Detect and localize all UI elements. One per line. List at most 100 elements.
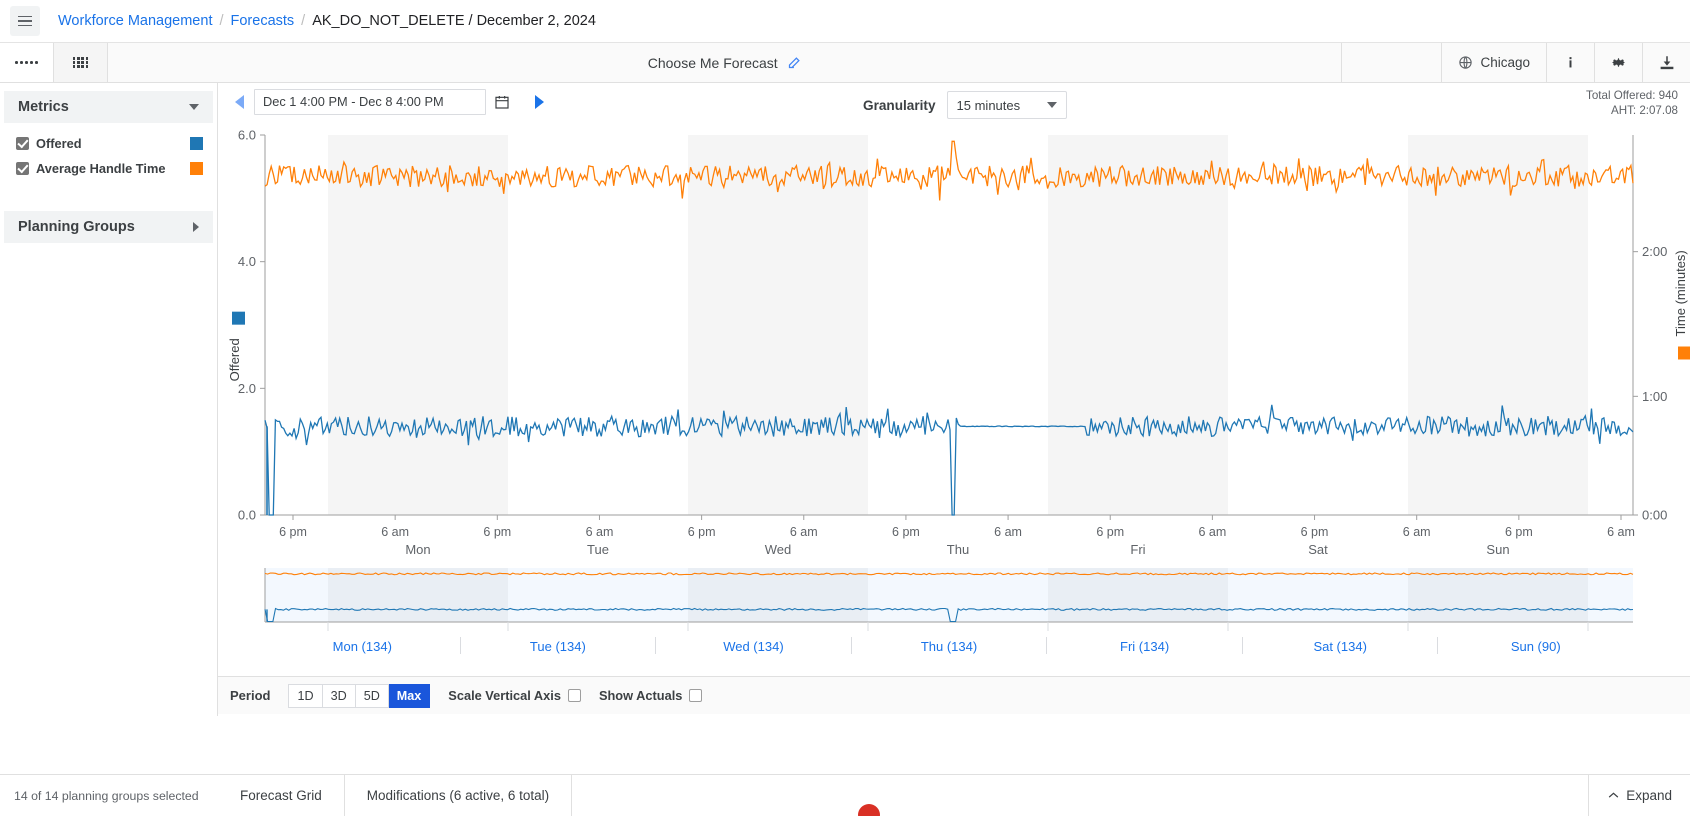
- period-button-1d[interactable]: 1D: [288, 684, 322, 708]
- chevron-right-icon: [193, 222, 199, 232]
- period-button-max[interactable]: Max: [389, 684, 431, 708]
- chevron-down-icon: [1047, 102, 1057, 108]
- hamburger-icon[interactable]: [10, 6, 40, 36]
- download-icon: [1658, 54, 1676, 72]
- brush-day-labels: Mon (134) Tue (134) Wed (134) Thu (134) …: [265, 637, 1633, 654]
- svg-text:6 pm: 6 pm: [892, 525, 920, 539]
- toolbar-right: Chicago: [1341, 43, 1690, 82]
- planning-groups-panel-header[interactable]: Planning Groups: [4, 211, 213, 243]
- breadcrumb-item-current: AK_DO_NOT_DELETE / December 2, 2024: [312, 13, 596, 29]
- svg-text:Tue: Tue: [587, 542, 609, 557]
- granularity-value: 15 minutes: [957, 98, 1021, 113]
- breadcrumb-bar: Workforce Management / Forecasts / AK_DO…: [0, 0, 1690, 43]
- chart-overview-brush[interactable]: [218, 564, 1690, 637]
- chevron-down-icon: [189, 104, 199, 110]
- info-icon: [1562, 54, 1579, 71]
- metric-checkbox-offered[interactable]: [16, 137, 29, 150]
- download-button[interactable]: [1642, 43, 1690, 82]
- tab-forecast-grid[interactable]: Forecast Grid: [218, 775, 345, 816]
- breadcrumb-item-forecasts[interactable]: Forecasts: [231, 13, 295, 29]
- svg-text:6 pm: 6 pm: [1301, 525, 1329, 539]
- previous-period-button[interactable]: [230, 91, 248, 113]
- app-root: Workforce Management / Forecasts / AK_DO…: [0, 0, 1690, 816]
- scale-vertical-axis-checkbox[interactable]: [568, 689, 581, 702]
- svg-text:6 pm: 6 pm: [688, 525, 716, 539]
- svg-text:Sat: Sat: [1308, 542, 1328, 557]
- brush-day-tue[interactable]: Tue (134): [460, 637, 656, 654]
- date-range-input[interactable]: Dec 1 4:00 PM - Dec 8 4:00 PM: [254, 89, 486, 115]
- metric-color-swatch-offered: [190, 137, 203, 150]
- period-button-5d[interactable]: 5D: [356, 684, 389, 708]
- show-actuals-checkbox[interactable]: [689, 689, 702, 702]
- notification-blob: [858, 804, 880, 816]
- show-actuals-option[interactable]: Show Actuals: [599, 688, 702, 703]
- chart-column: Dec 1 4:00 PM - Dec 8 4:00 PM Granularit…: [218, 83, 1690, 716]
- svg-text:6 pm: 6 pm: [279, 525, 307, 539]
- tab-bar-filler: [572, 775, 1589, 816]
- svg-text:6.0: 6.0: [238, 128, 256, 143]
- timezone-button[interactable]: Chicago: [1441, 43, 1546, 82]
- metric-color-swatch-average-handle-time: [190, 162, 203, 175]
- metrics-panel-title: Metrics: [18, 99, 69, 115]
- next-period-button[interactable]: [530, 91, 548, 113]
- calendar-icon[interactable]: [492, 91, 512, 113]
- metrics-list: Offered Average Handle Time: [0, 123, 217, 181]
- date-range-control: Dec 1 4:00 PM - Dec 8 4:00 PM: [230, 89, 548, 115]
- period-button-3d[interactable]: 3D: [323, 684, 356, 708]
- breadcrumb-separator: /: [219, 13, 223, 29]
- bottom-tab-bar: Forecast Grid Modifications (6 active, 6…: [218, 774, 1690, 816]
- more-dots-icon[interactable]: [0, 43, 54, 82]
- svg-text:6 pm: 6 pm: [1096, 525, 1124, 539]
- brush-svg[interactable]: [218, 564, 1690, 632]
- scale-vertical-axis-option[interactable]: Scale Vertical Axis: [448, 688, 581, 703]
- scale-vertical-axis-label: Scale Vertical Axis: [448, 688, 561, 703]
- svg-text:0.0: 0.0: [238, 508, 256, 523]
- svg-text:6 am: 6 am: [586, 525, 614, 539]
- brush-day-mon[interactable]: Mon (134): [265, 637, 460, 654]
- metric-item-offered[interactable]: Offered: [0, 131, 217, 156]
- brush-day-thu[interactable]: Thu (134): [851, 637, 1047, 654]
- period-label: Period: [230, 688, 270, 703]
- svg-text:6 pm: 6 pm: [1505, 525, 1533, 539]
- svg-text:6 am: 6 am: [790, 525, 818, 539]
- brush-day-sat[interactable]: Sat (134): [1242, 637, 1438, 654]
- granularity-control: Granularity 15 minutes: [863, 91, 1067, 119]
- toolbar-title-group: Choose Me Forecast: [108, 43, 1341, 82]
- svg-text:Thu: Thu: [947, 542, 969, 557]
- svg-text:Mon: Mon: [405, 542, 430, 557]
- planning-groups-panel-title: Planning Groups: [18, 219, 135, 235]
- timezone-label: Chicago: [1480, 55, 1530, 70]
- status-bar: 14 of 14 planning groups selected: [0, 774, 218, 816]
- metrics-panel-header[interactable]: Metrics: [4, 91, 213, 123]
- period-button-group: 1D 3D 5D Max: [288, 684, 430, 708]
- globe-icon: [1458, 55, 1473, 70]
- forecast-chart-svg[interactable]: 0.02.04.06.00:001:002:00OfferedTime (min…: [218, 127, 1690, 557]
- brush-day-wed[interactable]: Wed (134): [655, 637, 851, 654]
- svg-text:6 am: 6 am: [1607, 525, 1635, 539]
- main-chart: 0.02.04.06.00:001:002:00OfferedTime (min…: [218, 127, 1690, 562]
- svg-text:6 am: 6 am: [1198, 525, 1226, 539]
- info-button[interactable]: [1546, 43, 1594, 82]
- svg-text:Time (minutes): Time (minutes): [1673, 250, 1688, 336]
- edit-pencil-icon[interactable]: [787, 55, 802, 70]
- metric-label-average-handle-time: Average Handle Time: [36, 161, 183, 176]
- settings-button[interactable]: [1594, 43, 1642, 82]
- planning-groups-status: 14 of 14 planning groups selected: [14, 789, 199, 803]
- grid-dots-icon[interactable]: [54, 43, 108, 82]
- chart-control-bar: Dec 1 4:00 PM - Dec 8 4:00 PM Granularit…: [218, 83, 1690, 127]
- brush-day-sun[interactable]: Sun (90): [1437, 637, 1633, 654]
- svg-text:4.0: 4.0: [238, 254, 256, 269]
- metric-item-average-handle-time[interactable]: Average Handle Time: [0, 156, 217, 181]
- gear-icon: [1610, 54, 1627, 71]
- svg-text:Wed: Wed: [765, 542, 792, 557]
- svg-text:2:00: 2:00: [1642, 244, 1667, 259]
- metric-checkbox-average-handle-time[interactable]: [16, 162, 29, 175]
- breadcrumb-item-workforce-management[interactable]: Workforce Management: [58, 13, 212, 29]
- svg-text:2.0: 2.0: [238, 381, 256, 396]
- breadcrumb-separator: /: [301, 13, 305, 29]
- brush-day-fri[interactable]: Fri (134): [1046, 637, 1242, 654]
- expand-button[interactable]: Expand: [1589, 775, 1690, 816]
- tab-modifications[interactable]: Modifications (6 active, 6 total): [345, 775, 572, 816]
- granularity-label: Granularity: [863, 98, 936, 113]
- granularity-select[interactable]: 15 minutes: [947, 91, 1067, 119]
